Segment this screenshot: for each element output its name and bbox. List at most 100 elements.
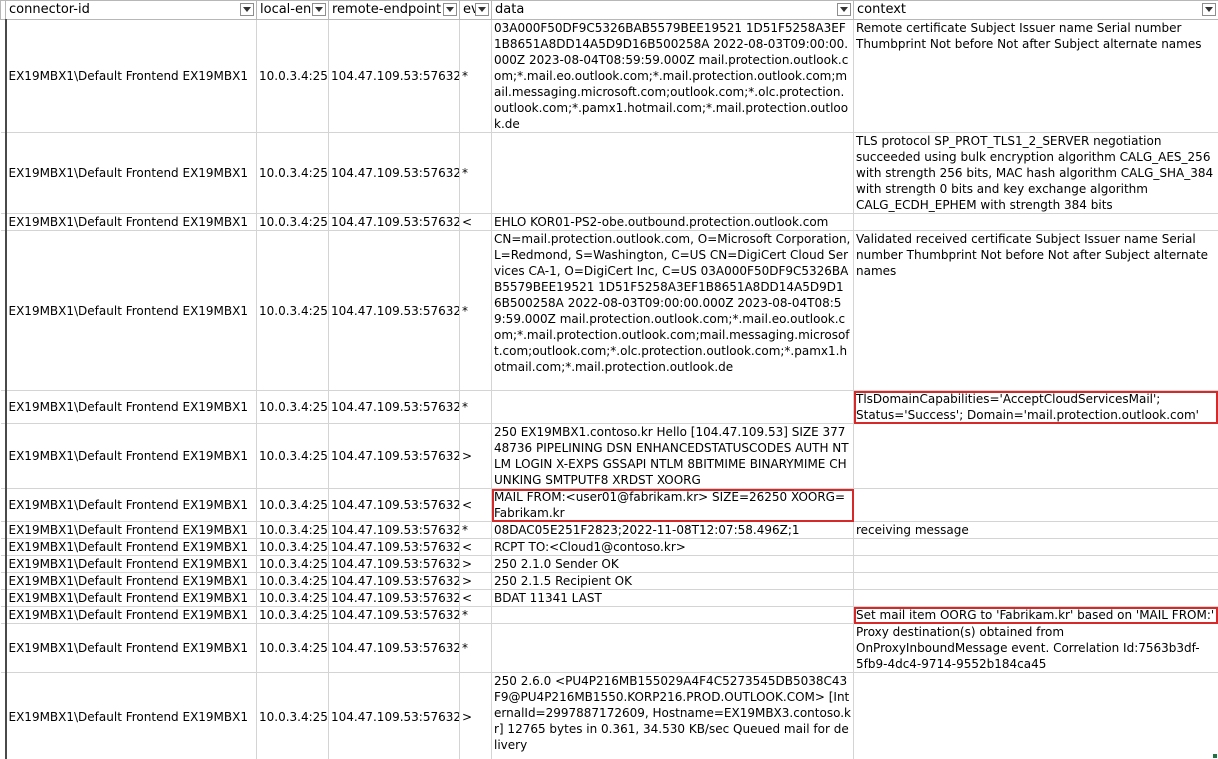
cell-data[interactable]: 03A000F50DF9C5326BAB5579BEE19521 1D51F52… <box>491 19 854 133</box>
cell-remote-endpoint[interactable]: 104.47.109.53:57632 <box>328 213 460 231</box>
cell-remote-endpoint[interactable]: 104.47.109.53:57632 <box>328 555 460 573</box>
filter-dropdown-icon[interactable] <box>312 3 326 16</box>
cell-event[interactable]: > <box>459 672 492 759</box>
filter-dropdown-icon[interactable] <box>1202 3 1216 16</box>
cell-connector-id[interactable]: EX19MBX1\Default Frontend EX19MBX1 <box>5 390 257 424</box>
cell-connector-id[interactable]: EX19MBX1\Default Frontend EX19MBX1 <box>5 572 257 590</box>
cell-data[interactable]: 250 2.6.0 <PU4P216MB155029A4F4C5273545DB… <box>491 672 854 759</box>
cell-context[interactable]: receiving message <box>853 521 1218 539</box>
cell-remote-endpoint[interactable]: 104.47.109.53:57632 <box>328 672 460 759</box>
cell-data[interactable] <box>491 390 854 424</box>
column-header-event[interactable]: ev <box>459 0 492 20</box>
filter-dropdown-icon[interactable] <box>837 3 851 16</box>
cell-data[interactable]: 250 2.1.5 Recipient OK <box>491 572 854 590</box>
cell-connector-id[interactable]: EX19MBX1\Default Frontend EX19MBX1 <box>5 423 257 489</box>
cell-context[interactable] <box>853 555 1218 573</box>
cell-context[interactable]: Set mail item OORG to 'Fabrikam.kr' base… <box>853 606 1218 624</box>
cell-remote-endpoint[interactable]: 104.47.109.53:57632 <box>328 589 460 607</box>
cell-context[interactable] <box>853 589 1218 607</box>
cell-connector-id[interactable]: EX19MBX1\Default Frontend EX19MBX1 <box>5 606 257 624</box>
cell-event[interactable]: > <box>459 423 492 489</box>
cell-event[interactable]: * <box>459 230 492 391</box>
cell-data[interactable] <box>491 132 854 214</box>
selection-fill-handle[interactable] <box>1213 754 1217 758</box>
cell-event[interactable]: * <box>459 132 492 214</box>
cell-local-endpoint[interactable]: 10.0.3.4:25 <box>256 555 329 573</box>
cell-connector-id[interactable]: EX19MBX1\Default Frontend EX19MBX1 <box>5 589 257 607</box>
cell-data[interactable]: RCPT TO:<Cloud1@contoso.kr> <box>491 538 854 556</box>
cell-event[interactable]: * <box>459 390 492 424</box>
cell-context[interactable] <box>853 423 1218 489</box>
cell-context[interactable]: TlsDomainCapabilities='AcceptCloudServic… <box>853 390 1218 424</box>
cell-data[interactable]: 250 EX19MBX1.contoso.kr Hello [104.47.10… <box>491 423 854 489</box>
cell-connector-id[interactable]: EX19MBX1\Default Frontend EX19MBX1 <box>5 488 257 522</box>
cell-remote-endpoint[interactable]: 104.47.109.53:57632 <box>328 423 460 489</box>
cell-remote-endpoint[interactable]: 104.47.109.53:57632 <box>328 572 460 590</box>
cell-remote-endpoint[interactable]: 104.47.109.53:57632 <box>328 488 460 522</box>
cell-connector-id[interactable]: EX19MBX1\Default Frontend EX19MBX1 <box>5 555 257 573</box>
column-header-local-endpoint[interactable]: local-end <box>256 0 329 20</box>
cell-context[interactable] <box>853 488 1218 522</box>
cell-data[interactable] <box>491 606 854 624</box>
cell-connector-id[interactable]: EX19MBX1\Default Frontend EX19MBX1 <box>5 19 257 133</box>
cell-local-endpoint[interactable]: 10.0.3.4:25 <box>256 230 329 391</box>
cell-data[interactable]: MAIL FROM:<user01@fabrikam.kr> SIZE=2625… <box>491 488 854 522</box>
cell-event[interactable]: < <box>459 213 492 231</box>
cell-local-endpoint[interactable]: 10.0.3.4:25 <box>256 521 329 539</box>
column-header-connector-id[interactable]: connector-id <box>5 0 257 20</box>
cell-event[interactable]: > <box>459 555 492 573</box>
cell-connector-id[interactable]: EX19MBX1\Default Frontend EX19MBX1 <box>5 672 257 759</box>
cell-event[interactable]: * <box>459 19 492 133</box>
cell-event[interactable]: * <box>459 623 492 673</box>
cell-local-endpoint[interactable]: 10.0.3.4:25 <box>256 390 329 424</box>
cell-data[interactable]: BDAT 11341 LAST <box>491 589 854 607</box>
cell-event[interactable]: > <box>459 572 492 590</box>
cell-remote-endpoint[interactable]: 104.47.109.53:57632 <box>328 132 460 214</box>
cell-remote-endpoint[interactable]: 104.47.109.53:57632 <box>328 623 460 673</box>
cell-event[interactable]: < <box>459 538 492 556</box>
cell-local-endpoint[interactable]: 10.0.3.4:25 <box>256 589 329 607</box>
cell-local-endpoint[interactable]: 10.0.3.4:25 <box>256 132 329 214</box>
cell-context[interactable] <box>853 213 1218 231</box>
cell-data[interactable]: 08DAC05E251F2823;2022-11-08T12:07:58.496… <box>491 521 854 539</box>
column-header-data[interactable]: data <box>491 0 854 20</box>
cell-remote-endpoint[interactable]: 104.47.109.53:57632 <box>328 230 460 391</box>
cell-local-endpoint[interactable]: 10.0.3.4:25 <box>256 538 329 556</box>
cell-context[interactable]: Validated received certificate Subject I… <box>853 230 1218 391</box>
cell-remote-endpoint[interactable]: 104.47.109.53:57632 <box>328 606 460 624</box>
cell-remote-endpoint[interactable]: 104.47.109.53:57632 <box>328 19 460 133</box>
cell-data[interactable]: 250 2.1.0 Sender OK <box>491 555 854 573</box>
cell-event[interactable]: < <box>459 488 492 522</box>
filter-dropdown-icon[interactable] <box>240 3 254 16</box>
cell-event[interactable]: * <box>459 606 492 624</box>
cell-local-endpoint[interactable]: 10.0.3.4:25 <box>256 213 329 231</box>
cell-context[interactable] <box>853 538 1218 556</box>
cell-local-endpoint[interactable]: 10.0.3.4:25 <box>256 606 329 624</box>
cell-context[interactable] <box>853 572 1218 590</box>
cell-context[interactable]: TLS protocol SP_PROT_TLS1_2_SERVER negot… <box>853 132 1218 214</box>
cell-local-endpoint[interactable]: 10.0.3.4:25 <box>256 19 329 133</box>
cell-local-endpoint[interactable]: 10.0.3.4:25 <box>256 623 329 673</box>
cell-local-endpoint[interactable]: 10.0.3.4:25 <box>256 423 329 489</box>
cell-event[interactable]: < <box>459 589 492 607</box>
cell-data[interactable] <box>491 623 854 673</box>
cell-event[interactable]: * <box>459 521 492 539</box>
cell-connector-id[interactable]: EX19MBX1\Default Frontend EX19MBX1 <box>5 230 257 391</box>
cell-connector-id[interactable]: EX19MBX1\Default Frontend EX19MBX1 <box>5 132 257 214</box>
cell-remote-endpoint[interactable]: 104.47.109.53:57632 <box>328 390 460 424</box>
cell-connector-id[interactable]: EX19MBX1\Default Frontend EX19MBX1 <box>5 213 257 231</box>
column-header-context[interactable]: context <box>853 0 1218 20</box>
cell-connector-id[interactable]: EX19MBX1\Default Frontend EX19MBX1 <box>5 521 257 539</box>
filter-dropdown-icon[interactable] <box>443 3 457 16</box>
cell-local-endpoint[interactable]: 10.0.3.4:25 <box>256 488 329 522</box>
cell-connector-id[interactable]: EX19MBX1\Default Frontend EX19MBX1 <box>5 623 257 673</box>
cell-remote-endpoint[interactable]: 104.47.109.53:57632 <box>328 521 460 539</box>
column-header-remote-endpoint[interactable]: remote-endpoint <box>328 0 460 20</box>
cell-data[interactable]: EHLO KOR01-PS2-obe.outbound.protection.o… <box>491 213 854 231</box>
cell-context[interactable]: Remote certificate Subject Issuer name S… <box>853 19 1218 133</box>
cell-context[interactable]: Proxy destination(s) obtained from OnPro… <box>853 623 1218 673</box>
cell-local-endpoint[interactable]: 10.0.3.4:25 <box>256 672 329 759</box>
cell-data[interactable]: CN=mail.protection.outlook.com, O=Micros… <box>491 230 854 391</box>
cell-context[interactable] <box>853 672 1218 759</box>
cell-remote-endpoint[interactable]: 104.47.109.53:57632 <box>328 538 460 556</box>
